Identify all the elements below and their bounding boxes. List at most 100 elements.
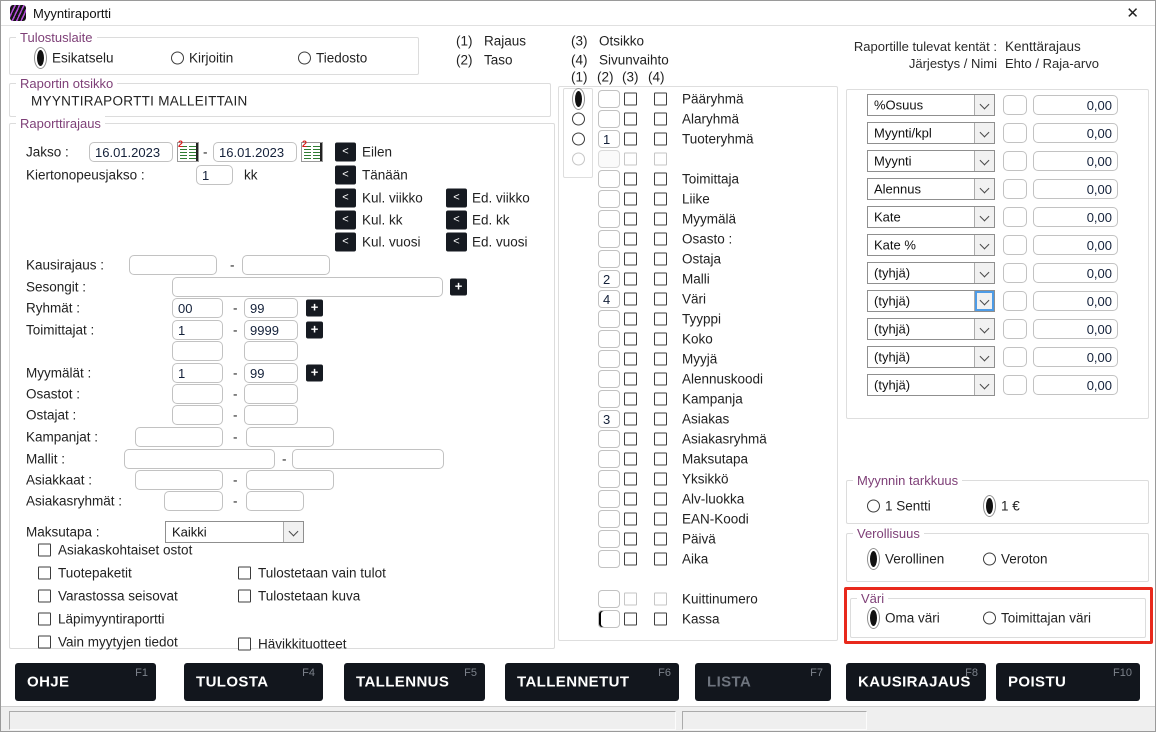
quick-button-kul-viikko[interactable]: < — [335, 189, 356, 208]
radio-toimittajan-vari[interactable] — [983, 612, 996, 625]
taso-input-aika[interactable] — [598, 550, 620, 568]
field-select-4[interactable]: Alennus — [867, 178, 995, 200]
sivunvaihto-checkbox-alv-luokka[interactable] — [654, 493, 667, 506]
radio-tiedosto[interactable] — [298, 52, 311, 65]
taso-input-blank-4[interactable] — [598, 150, 620, 168]
field-select-8[interactable]: (tyhjä) — [867, 290, 995, 312]
rajaus-radio-alaryhma[interactable] — [572, 113, 585, 126]
quick-button-eilen[interactable]: < — [335, 143, 356, 162]
otsikko-checkbox-tuoteryhma[interactable] — [624, 133, 637, 146]
otsikko-checkbox-liike[interactable] — [624, 193, 637, 206]
filter-from-input-toimittajat[interactable] — [172, 320, 223, 340]
filter-from-input-kausirajaus[interactable] — [129, 255, 217, 275]
filter-from-input-blank[interactable] — [172, 341, 223, 361]
rajaus-radio-paaryhma[interactable] — [572, 88, 585, 110]
sivunvaihto-checkbox-paaryhma[interactable] — [654, 93, 667, 106]
otsikko-checkbox-kassa[interactable] — [624, 613, 637, 626]
otsikko-checkbox-koko[interactable] — [624, 333, 637, 346]
radio-veroton[interactable] — [983, 553, 996, 566]
sivunvaihto-checkbox-alaryhma[interactable] — [654, 113, 667, 126]
sivunvaihto-checkbox-kampanja[interactable] — [654, 393, 667, 406]
radio-kirjoitin[interactable] — [171, 52, 184, 65]
ehto-input-3[interactable] — [1003, 151, 1027, 171]
taso-input-alennuskoodi[interactable] — [598, 370, 620, 388]
taso-input-myymala[interactable] — [598, 210, 620, 228]
ehto-input-5[interactable] — [1003, 207, 1027, 227]
sivunvaihto-checkbox-alennuskoodi[interactable] — [654, 373, 667, 386]
calendar-icon[interactable]: 2 — [301, 142, 323, 162]
ehto-input-6[interactable] — [1003, 235, 1027, 255]
filter-to-input-blank[interactable] — [244, 341, 298, 361]
taso-input-asiakas[interactable] — [598, 410, 620, 428]
sivunvaihto-checkbox-koko[interactable] — [654, 333, 667, 346]
sivunvaihto-checkbox-malli[interactable] — [654, 273, 667, 286]
field-select-5[interactable]: Kate — [867, 206, 995, 228]
otsikko-checkbox-paiva[interactable] — [624, 533, 637, 546]
filter-from-input-kampanjat[interactable] — [135, 427, 223, 447]
raja-arvo-input-11[interactable] — [1033, 375, 1118, 395]
raja-arvo-input-1[interactable] — [1033, 95, 1118, 115]
otsikko-checkbox-yksikko[interactable] — [624, 473, 637, 486]
raja-arvo-input-3[interactable] — [1033, 151, 1118, 171]
filter-to-input-osastot[interactable] — [244, 384, 298, 404]
field-select-3[interactable]: Myynti — [867, 150, 995, 172]
ehto-input-4[interactable] — [1003, 179, 1027, 199]
taso-input-ean-koodi[interactable] — [598, 510, 620, 528]
checkbox-tulostetaan-vain-tulot[interactable] — [238, 567, 251, 580]
checkbox-lapimyyntiraportti[interactable] — [38, 613, 51, 626]
sivunvaihto-checkbox-asiakasryhma[interactable] — [654, 433, 667, 446]
filter-from-input-osastot[interactable] — [172, 384, 223, 404]
quick-button-kul-vuosi[interactable]: < — [335, 233, 356, 252]
button-tallennus[interactable]: TALLENNUSF5 — [344, 663, 485, 701]
taso-input-myyja[interactable] — [598, 350, 620, 368]
quick-button-ed-viikko[interactable]: < — [446, 189, 467, 208]
filter-to-input-mallit[interactable] — [292, 449, 444, 469]
otsikko-checkbox-asiakas[interactable] — [624, 413, 637, 426]
sivunvaihto-checkbox-osasto[interactable] — [654, 233, 667, 246]
jakso-from-input[interactable] — [89, 142, 173, 162]
sivunvaihto-checkbox-toimittaja[interactable] — [654, 173, 667, 186]
otsikko-checkbox-paaryhma[interactable] — [624, 93, 637, 106]
maksutapa-select[interactable]: Kaikki — [165, 521, 304, 543]
checkbox-tulostetaan-kuva[interactable] — [238, 590, 251, 603]
taso-input-tyyppi[interactable] — [598, 310, 620, 328]
ehto-input-10[interactable] — [1003, 347, 1027, 367]
taso-input-liike[interactable] — [598, 190, 620, 208]
plus-button-toimittajat[interactable]: + — [306, 322, 323, 339]
radio-esikatselu[interactable] — [34, 47, 47, 69]
calendar-icon[interactable]: 2 — [177, 142, 199, 162]
otsikko-checkbox-alv-luokka[interactable] — [624, 493, 637, 506]
otsikko-checkbox-toimittaja[interactable] — [624, 173, 637, 186]
checkbox-asiakaskohtaiset-ostot[interactable] — [38, 544, 51, 557]
taso-input-tuoteryhma[interactable] — [598, 130, 620, 148]
otsikko-checkbox-tyyppi[interactable] — [624, 313, 637, 326]
taso-input-ostaja[interactable] — [598, 250, 620, 268]
checkbox-havikkituotteet[interactable] — [238, 638, 251, 651]
close-icon[interactable]: ✕ — [1126, 4, 1139, 22]
filter-to-input-kampanjat[interactable] — [246, 427, 334, 447]
otsikko-checkbox-vari[interactable] — [624, 293, 637, 306]
button-lista[interactable]: LISTAF7 — [695, 663, 831, 701]
quick-button-tanaan[interactable]: < — [335, 166, 356, 185]
sivunvaihto-checkbox-myymala[interactable] — [654, 213, 667, 226]
otsikko-checkbox-alennuskoodi[interactable] — [624, 373, 637, 386]
taso-input-kampanja[interactable] — [598, 390, 620, 408]
field-select-1[interactable]: %Osuus — [867, 94, 995, 116]
checkbox-tuotepaketit[interactable] — [38, 567, 51, 580]
raja-arvo-input-9[interactable] — [1033, 319, 1118, 339]
button-ohje[interactable]: OHJEF1 — [15, 663, 156, 701]
otsikko-checkbox-maksutapa[interactable] — [624, 453, 637, 466]
otsikko-checkbox-aika[interactable] — [624, 553, 637, 566]
otsikko-checkbox-osasto[interactable] — [624, 233, 637, 246]
sivunvaihto-checkbox-maksutapa[interactable] — [654, 453, 667, 466]
taso-input-kuittinumero[interactable] — [598, 590, 620, 608]
taso-input-toimittaja[interactable] — [598, 170, 620, 188]
filter-to-input-toimittajat[interactable] — [244, 320, 298, 340]
taso-input-koko[interactable] — [598, 330, 620, 348]
otsikko-checkbox-kampanja[interactable] — [624, 393, 637, 406]
field-select-2[interactable]: Myynti/kpl — [867, 122, 995, 144]
ehto-input-1[interactable] — [1003, 95, 1027, 115]
taso-input-asiakasryhma[interactable] — [598, 430, 620, 448]
button-tallennetut[interactable]: TALLENNETUTF6 — [505, 663, 679, 701]
otsikko-checkbox-myymala[interactable] — [624, 213, 637, 226]
